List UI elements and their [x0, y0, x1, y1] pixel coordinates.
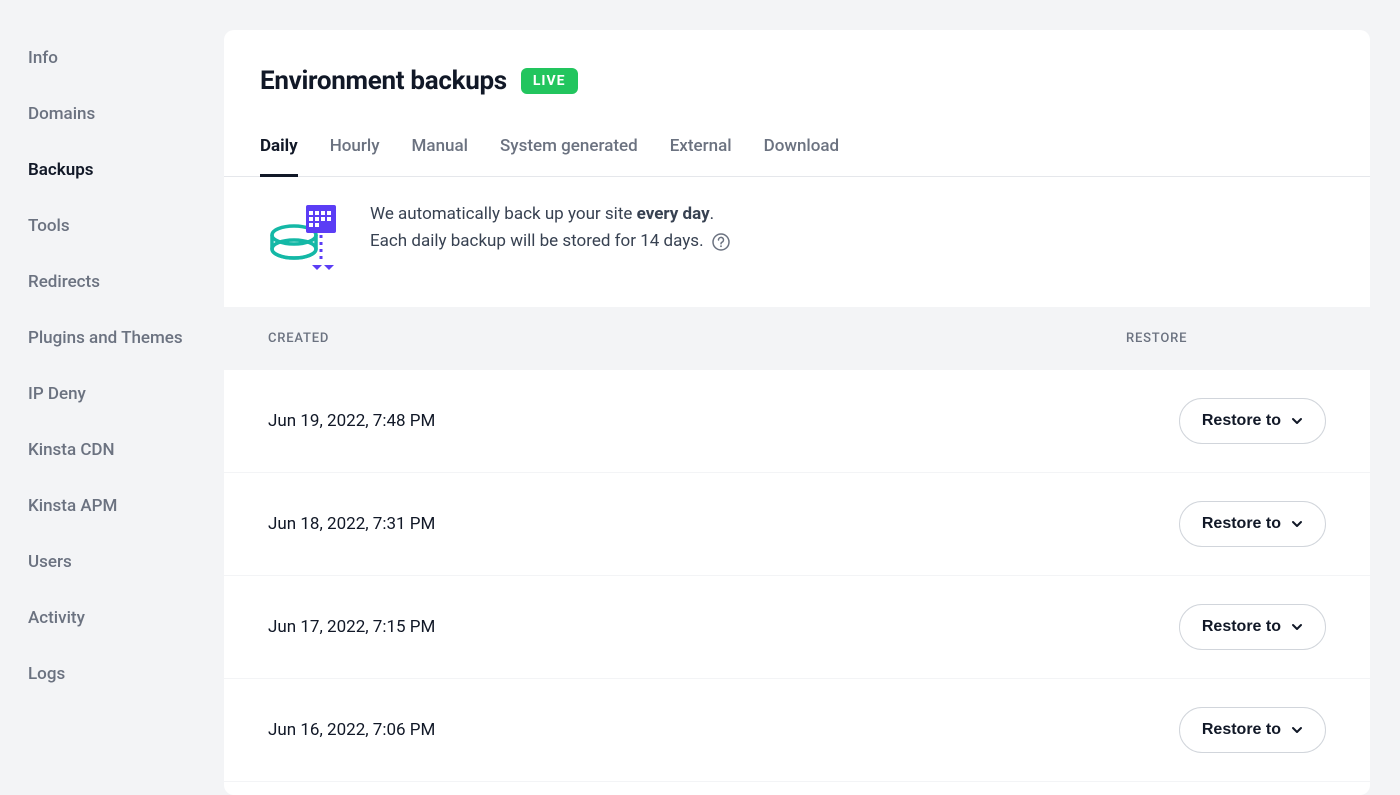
tab-manual[interactable]: Manual	[412, 136, 468, 177]
info-line2: Each daily backup will be stored for 14 …	[370, 231, 704, 251]
tab-daily[interactable]: Daily	[260, 136, 298, 177]
table-row: Jun 16, 2022, 7:06 PM Restore to	[224, 679, 1370, 782]
col-header-restore: RESTORE	[1126, 331, 1326, 346]
tab-hourly[interactable]: Hourly	[330, 136, 380, 177]
restore-button[interactable]: Restore to	[1179, 398, 1326, 444]
restore-button-label: Restore to	[1202, 412, 1281, 430]
tabs: Daily Hourly Manual System generated Ext…	[224, 136, 1370, 177]
col-header-created: CREATED	[268, 331, 1126, 346]
backup-created-date: Jun 18, 2022, 7:31 PM	[268, 514, 1179, 534]
restore-button[interactable]: Restore to	[1179, 501, 1326, 547]
chevron-down-icon	[1291, 415, 1303, 427]
info-box: We automatically back up your site every…	[224, 177, 1370, 307]
sidebar-item-ip-deny[interactable]: IP Deny	[28, 366, 224, 422]
info-line1-bold: every day	[637, 204, 710, 224]
backup-created-date: Jun 17, 2022, 7:15 PM	[268, 617, 1179, 637]
tab-system-generated[interactable]: System generated	[500, 136, 638, 177]
table-header: CREATED RESTORE	[224, 307, 1370, 370]
backup-created-date: Jun 19, 2022, 7:48 PM	[268, 411, 1179, 431]
sidebar-item-domains[interactable]: Domains	[28, 86, 224, 142]
table-row: Jun 19, 2022, 7:48 PM Restore to	[224, 370, 1370, 473]
chevron-down-icon	[1291, 724, 1303, 736]
restore-button-label: Restore to	[1202, 515, 1281, 533]
tab-external[interactable]: External	[670, 136, 732, 177]
main-content: Environment backups LIVE Daily Hourly Ma…	[224, 30, 1370, 795]
table-row: Jun 17, 2022, 7:15 PM Restore to	[224, 576, 1370, 679]
environment-badge: LIVE	[521, 68, 578, 94]
chevron-down-icon	[1291, 518, 1303, 530]
sidebar-item-info[interactable]: Info	[28, 30, 224, 86]
sidebar-item-users[interactable]: Users	[28, 534, 224, 590]
sidebar-item-redirects[interactable]: Redirects	[28, 254, 224, 310]
tab-download[interactable]: Download	[764, 136, 840, 177]
table-body: Jun 19, 2022, 7:48 PM Restore to Jun 18,…	[224, 370, 1370, 782]
sidebar-item-kinsta-apm[interactable]: Kinsta APM	[28, 478, 224, 534]
sidebar-item-backups[interactable]: Backups	[28, 142, 224, 198]
backup-calendar-icon	[268, 201, 342, 275]
sidebar-item-kinsta-cdn[interactable]: Kinsta CDN	[28, 422, 224, 478]
sidebar: Info Domains Backups Tools Redirects Plu…	[0, 0, 224, 795]
restore-button-label: Restore to	[1202, 721, 1281, 739]
sidebar-item-activity[interactable]: Activity	[28, 590, 224, 646]
info-text: We automatically back up your site every…	[370, 201, 730, 255]
sidebar-item-logs[interactable]: Logs	[28, 646, 224, 702]
restore-button[interactable]: Restore to	[1179, 604, 1326, 650]
backup-created-date: Jun 16, 2022, 7:06 PM	[268, 720, 1179, 740]
info-line1-prefix: We automatically back up your site	[370, 204, 637, 224]
info-line1-suffix: .	[710, 204, 714, 224]
chevron-down-icon	[1291, 621, 1303, 633]
header: Environment backups LIVE	[224, 30, 1370, 96]
table-row: Jun 18, 2022, 7:31 PM Restore to	[224, 473, 1370, 576]
page-title: Environment backups	[260, 66, 507, 96]
restore-button-label: Restore to	[1202, 618, 1281, 636]
help-icon[interactable]	[712, 233, 730, 251]
sidebar-item-plugins-themes[interactable]: Plugins and Themes	[28, 310, 224, 366]
restore-button[interactable]: Restore to	[1179, 707, 1326, 753]
sidebar-item-tools[interactable]: Tools	[28, 198, 224, 254]
